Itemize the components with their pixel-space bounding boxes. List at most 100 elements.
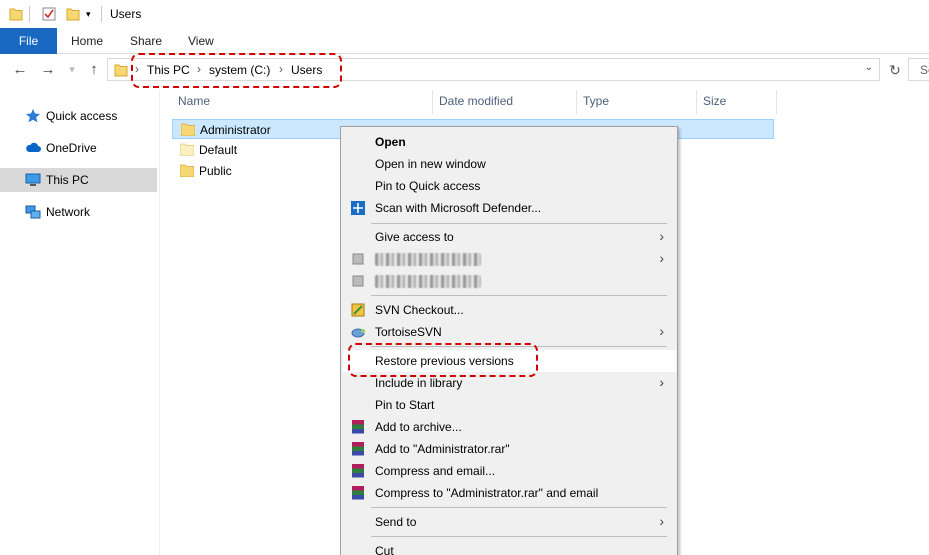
submenu-arrow-icon: ›	[659, 374, 664, 390]
folder-icon	[181, 123, 195, 136]
menu-item-open-new-window[interactable]: Open in new window	[343, 153, 676, 175]
folder-icon[interactable]	[9, 6, 23, 21]
back-arrow-icon[interactable]: ←	[12, 61, 28, 79]
redacted-menu-label	[375, 275, 481, 288]
column-headers: Name Date modified Type Size	[160, 90, 929, 114]
menu-item-redacted[interactable]: ›	[343, 248, 676, 270]
tab-file[interactable]: File	[0, 28, 57, 54]
menu-item-pin-to-start[interactable]: Pin to Start	[343, 394, 676, 416]
properties-icon[interactable]	[42, 6, 56, 21]
column-divider[interactable]	[776, 90, 777, 114]
menu-item-compress-email[interactable]: Compress and email...	[343, 460, 676, 482]
window-title: Users	[110, 7, 142, 21]
new-folder-icon[interactable]	[66, 6, 80, 21]
sidebar-item-label: Network	[46, 205, 91, 219]
forward-arrow-icon[interactable]: →	[40, 61, 56, 79]
refresh-icon[interactable]: ↻	[887, 62, 903, 79]
column-divider[interactable]	[432, 90, 433, 114]
winrar-icon	[352, 442, 364, 456]
redacted-menu-label	[375, 253, 481, 266]
menu-item-give-access[interactable]: Give access to ›	[343, 226, 676, 248]
menu-item-label: Cut	[375, 544, 394, 555]
address-highlight-annotation	[131, 53, 342, 88]
search-input[interactable]: Se	[908, 58, 929, 81]
svn-checkout-icon	[351, 303, 365, 317]
up-arrow-icon[interactable]: ↑	[86, 61, 102, 79]
menu-item-label: Open in new window	[375, 157, 486, 171]
search-placeholder: Se	[920, 63, 929, 77]
menu-item-svn-checkout[interactable]: SVN Checkout...	[343, 299, 676, 321]
sidebar-item-label: OneDrive	[46, 141, 97, 155]
sidebar-item-label: This PC	[46, 173, 89, 187]
submenu-arrow-icon: ›	[659, 228, 664, 244]
menu-item-scan-defender[interactable]: Scan with Microsoft Defender...	[343, 197, 676, 219]
menu-item-label: Add to archive...	[375, 420, 462, 434]
menu-item-label: Pin to Start	[375, 398, 435, 412]
column-size[interactable]: Size	[703, 94, 726, 108]
column-divider[interactable]	[576, 90, 577, 114]
file-name: Public	[199, 164, 232, 178]
sidebar-item-quick-access[interactable]: Quick access	[0, 104, 157, 128]
menu-separator	[371, 536, 667, 537]
winrar-icon	[352, 464, 364, 478]
cloud-icon	[26, 142, 41, 152]
tab-home[interactable]: Home	[71, 28, 103, 54]
recent-locations-icon[interactable]: ▾	[64, 61, 80, 79]
share-icon	[352, 275, 364, 287]
menu-item-label: Compress to "Administrator.rar" and emai…	[375, 486, 599, 500]
share-icon	[352, 253, 364, 265]
menu-item-redacted[interactable]	[343, 270, 676, 292]
menu-item-add-to-rar[interactable]: Add to "Administrator.rar"	[343, 438, 676, 460]
menu-item-label: Compress and email...	[375, 464, 496, 478]
winrar-icon	[352, 486, 364, 500]
menu-item-label: TortoiseSVN	[375, 325, 442, 339]
tortoisesvn-icon	[351, 328, 365, 338]
star-icon	[26, 109, 40, 123]
menu-item-add-to-archive[interactable]: Add to archive...	[343, 416, 676, 438]
menu-item-open[interactable]: Open	[343, 131, 676, 153]
network-icon	[25, 205, 41, 219]
menu-separator	[371, 223, 667, 224]
menu-separator	[371, 507, 667, 508]
customize-quick-access-icon[interactable]: ▾	[86, 8, 91, 20]
monitor-icon	[25, 173, 41, 186]
menu-item-label: Pin to Quick access	[375, 179, 481, 193]
navigation-pane: Quick access OneDrive This PC Network	[0, 90, 160, 555]
menu-item-label: SVN Checkout...	[375, 303, 464, 317]
defender-icon	[351, 201, 365, 215]
menu-item-compress-rar-email[interactable]: Compress to "Administrator.rar" and emai…	[343, 482, 676, 504]
file-name: Administrator	[200, 123, 271, 137]
menu-item-cut[interactable]: Cut	[343, 540, 676, 555]
file-name: Default	[199, 143, 238, 157]
column-type[interactable]: Type	[583, 94, 609, 108]
menu-separator	[371, 295, 667, 296]
column-name[interactable]: Name	[178, 94, 210, 108]
menu-item-tortoisesvn[interactable]: TortoiseSVN ›	[343, 321, 676, 343]
sidebar-item-label: Quick access	[46, 109, 118, 123]
sidebar-item-onedrive[interactable]: OneDrive	[0, 136, 157, 160]
column-divider[interactable]	[696, 90, 697, 114]
tab-share[interactable]: Share	[130, 28, 162, 54]
sidebar-item-this-pc[interactable]: This PC	[0, 168, 157, 192]
sidebar-item-network[interactable]: Network	[0, 200, 157, 224]
menu-item-label: Send to	[375, 515, 417, 529]
address-dropdown-icon[interactable]: ⌄	[865, 62, 873, 73]
folder-icon	[114, 64, 128, 77]
submenu-arrow-icon: ›	[659, 323, 664, 339]
menu-item-label: Open	[375, 135, 406, 149]
folder-icon	[180, 164, 194, 177]
menu-item-send-to[interactable]: Send to ›	[343, 511, 676, 533]
column-date-modified[interactable]: Date modified	[439, 94, 513, 108]
quick-access-separator	[29, 6, 30, 22]
menu-item-label: Include in library	[375, 376, 463, 390]
ribbon-tabs: File Home Share View	[0, 28, 929, 54]
menu-item-label: Scan with Microsoft Defender...	[375, 201, 542, 215]
menu-item-label: Give access to	[375, 230, 454, 244]
menu-item-label: Add to "Administrator.rar"	[375, 442, 510, 456]
submenu-arrow-icon: ›	[659, 513, 664, 529]
menu-item-pin-quick-access[interactable]: Pin to Quick access	[343, 175, 676, 197]
tab-view[interactable]: View	[188, 28, 214, 54]
restore-highlight-annotation	[348, 343, 538, 377]
title-separator	[101, 6, 102, 22]
winrar-icon	[352, 420, 364, 434]
